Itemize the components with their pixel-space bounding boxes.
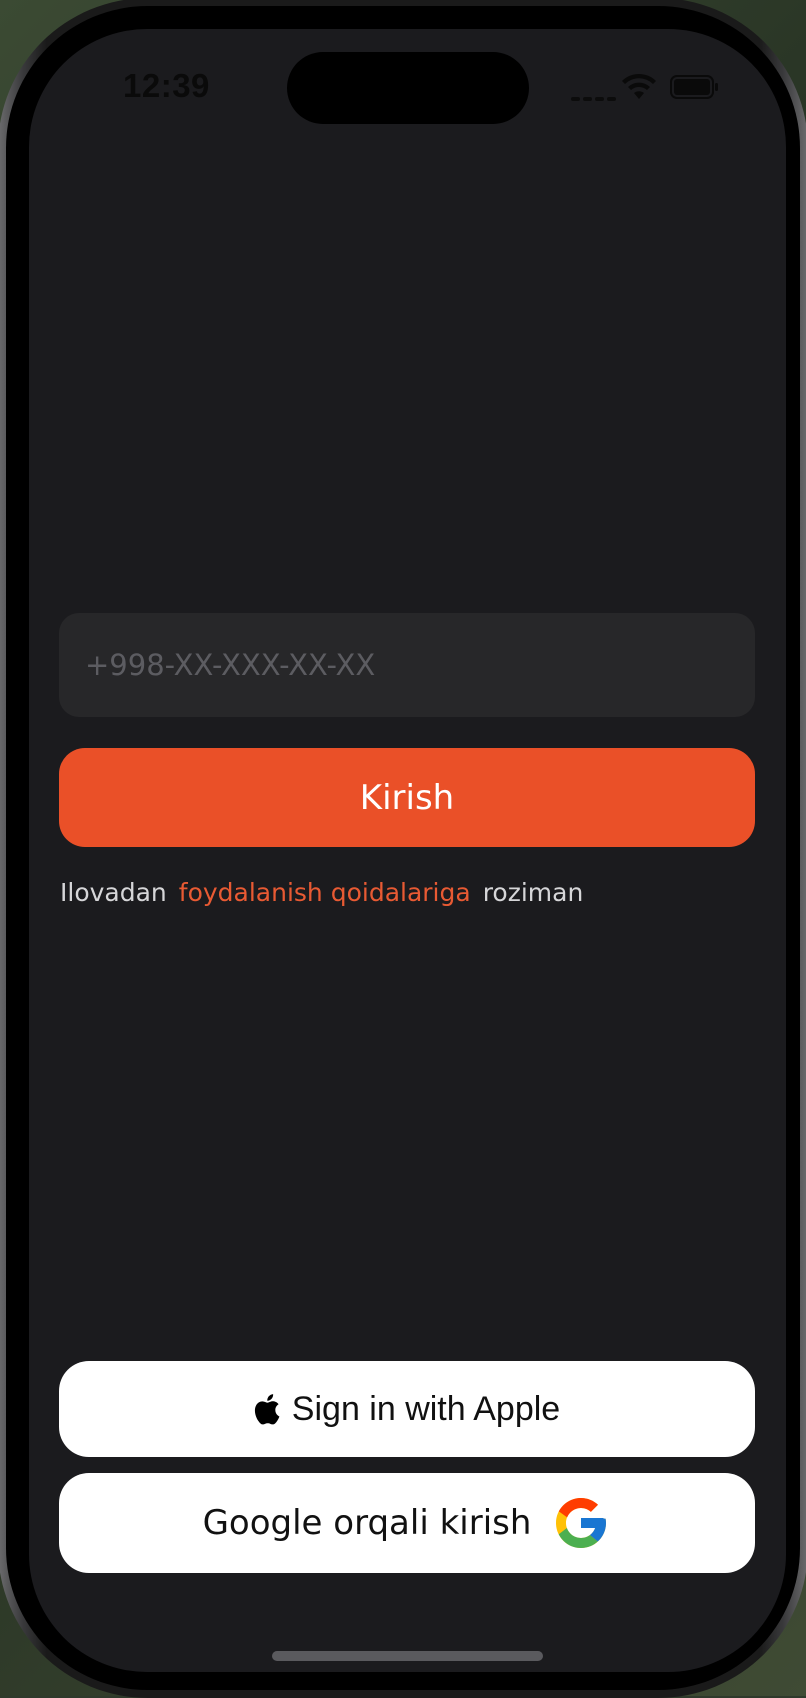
google-button-label: Google orqali kirish: [202, 1503, 532, 1543]
login-button[interactable]: Kirish: [59, 748, 755, 847]
wifi-icon: [622, 73, 656, 99]
phone-frame: 12:39 Kirish Ilovadanfoydal: [0, 0, 806, 1698]
app-screen: 12:39 Kirish Ilovadanfoydal: [29, 29, 786, 1672]
dynamic-island: [287, 52, 529, 124]
terms-link[interactable]: foydalanish qoidalariga: [179, 878, 471, 907]
phone-number-input[interactable]: [59, 613, 755, 717]
battery-icon: [670, 75, 718, 99]
sign-in-with-google-button[interactable]: Google orqali kirish: [59, 1473, 755, 1573]
cellular-signal-icon: [571, 91, 617, 101]
terms-agreement: Ilovadan foydalanish qoidalariga roziman: [60, 878, 583, 907]
terms-prefix: Ilovadan: [60, 878, 167, 907]
google-icon: [556, 1498, 607, 1548]
phone-bezel: 12:39 Kirish Ilovadanfoydal: [6, 6, 800, 1690]
apple-button-label: Sign in with Apple: [291, 1389, 561, 1428]
terms-suffix: roziman: [482, 878, 584, 907]
status-time: 12:39: [123, 67, 210, 104]
home-indicator: [272, 1651, 543, 1661]
sign-in-with-apple-button[interactable]: Sign in with Apple: [59, 1361, 755, 1457]
apple-icon: [254, 1394, 280, 1425]
